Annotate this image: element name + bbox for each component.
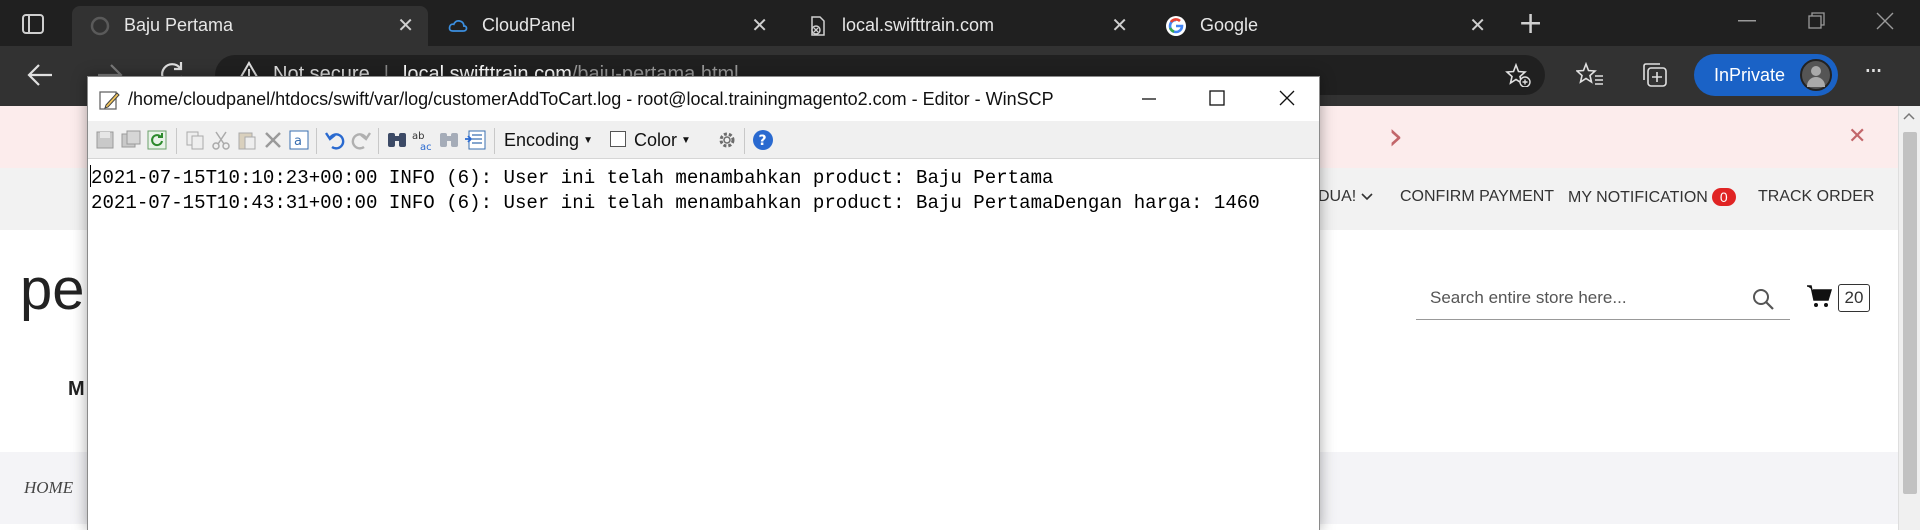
scrollbar-thumb[interactable]	[1903, 132, 1917, 494]
add-favorite-icon[interactable]	[1505, 63, 1531, 87]
select-all-icon[interactable]: a	[288, 129, 310, 151]
color-checkbox[interactable]	[610, 131, 626, 147]
encoding-dropdown[interactable]: Encoding ▼	[504, 130, 593, 151]
search-icon[interactable]	[1752, 288, 1774, 310]
tab-title: Baju Pertama	[124, 15, 234, 35]
avatar-icon	[1800, 59, 1832, 91]
replace-icon[interactable]: abac	[412, 129, 434, 151]
tab-google[interactable]: Google ✕	[1148, 6, 1500, 46]
more-menu-icon[interactable]: ···	[1864, 56, 1883, 86]
editor-title: /home/cloudpanel/htdocs/swift/var/log/cu…	[128, 89, 1054, 109]
restore-icon[interactable]	[1808, 12, 1826, 30]
reload-icon[interactable]	[146, 129, 168, 151]
find-next-icon[interactable]	[438, 129, 460, 151]
back-icon[interactable]	[26, 62, 54, 88]
menu-label-partial[interactable]: M	[68, 378, 85, 401]
window-close-icon[interactable]	[1876, 12, 1894, 30]
close-icon[interactable]: ✕	[1111, 13, 1128, 38]
undo-icon[interactable]	[324, 129, 346, 151]
log-line: 2021-07-15T10:43:31+00:00 INFO (6): User…	[91, 192, 1260, 214]
winscp-editor-window: /home/cloudpanel/htdocs/swift/var/log/cu…	[87, 76, 1320, 530]
chevron-right-icon[interactable]: ›	[1388, 114, 1403, 158]
tab-title: local.swifttrain.com	[842, 15, 995, 35]
cut-icon[interactable]	[210, 129, 232, 151]
help-icon[interactable]: ?	[752, 129, 774, 151]
tab-local-swifttrain[interactable]: local.swifttrain.com ✕	[790, 6, 1142, 46]
close-icon[interactable]: ✕	[1848, 124, 1866, 149]
nav-my-notification[interactable]: MY NOTIFICATION 0	[1568, 188, 1736, 207]
svg-text:ab: ab	[412, 131, 424, 142]
svg-text:?: ?	[759, 133, 767, 149]
maximize-icon[interactable]	[1202, 83, 1232, 113]
editor-toolbar: a ab ac Encoding ▼ Color ▼ ?	[88, 121, 1319, 159]
breadcrumb-home[interactable]: HOME	[24, 478, 73, 498]
toolbar-separator	[744, 128, 745, 154]
go-to-line-icon[interactable]	[464, 129, 486, 151]
nav-confirm-payment[interactable]: CONFIRM PAYMENT	[1400, 188, 1554, 206]
log-line: 2021-07-15T10:10:23+00:00 INFO (6): User…	[91, 167, 1054, 189]
copy-icon[interactable]	[184, 129, 206, 151]
favorites-icon[interactable]	[1576, 62, 1604, 88]
delete-icon[interactable]	[262, 129, 284, 151]
toolbar-separator	[494, 128, 495, 154]
toolbar-separator	[316, 128, 317, 154]
loading-spinner-icon	[90, 16, 110, 36]
cart-icon[interactable]	[1806, 284, 1832, 308]
editor-title-bar[interactable]: /home/cloudpanel/htdocs/swift/var/log/cu…	[88, 77, 1319, 121]
close-icon[interactable]: ✕	[1469, 13, 1486, 38]
search-placeholder: Search entire store here...	[1430, 288, 1627, 307]
page-scrollbar[interactable]	[1898, 106, 1920, 530]
editor-text-area[interactable]: 2021-07-15T10:10:23+00:00 INFO (6): User…	[88, 160, 1319, 530]
google-icon	[1166, 16, 1186, 36]
chevron-down-icon	[1361, 193, 1373, 201]
search-input[interactable]: Search entire store here...	[1416, 276, 1790, 320]
page-error-icon	[811, 16, 825, 36]
close-icon[interactable]: ✕	[397, 13, 414, 38]
nav-track-order[interactable]: TRACK ORDER	[1758, 188, 1874, 206]
tab-baju-pertama[interactable]: Baju Pertama ✕	[72, 6, 428, 46]
site-logo[interactable]: pe	[20, 256, 85, 323]
tab-title: CloudPanel	[482, 15, 576, 35]
svg-text:ac: ac	[420, 142, 432, 151]
redo-icon[interactable]	[350, 129, 372, 151]
tab-cloudpanel[interactable]: CloudPanel ✕	[430, 6, 782, 46]
paste-icon[interactable]	[236, 129, 258, 151]
text-caret	[90, 165, 91, 187]
nav-item-partial[interactable]: DUA!	[1318, 188, 1373, 206]
new-tab-button[interactable]: +	[1518, 6, 1543, 41]
toolbar-separator	[378, 128, 379, 154]
notification-badge: 0	[1711, 188, 1736, 206]
save-icon[interactable]	[94, 129, 116, 151]
tab-actions-icon[interactable]	[16, 11, 56, 37]
inprivate-button[interactable]: InPrivate	[1694, 54, 1838, 96]
minimize-icon[interactable]	[1738, 20, 1756, 22]
cloud-icon	[448, 20, 468, 32]
scroll-up-icon[interactable]	[1903, 112, 1915, 120]
inprivate-label: InPrivate	[1714, 65, 1786, 85]
gear-icon[interactable]	[716, 129, 738, 151]
browser-tab-bar: Baju Pertama ✕ CloudPanel ✕ local.swiftt…	[0, 0, 1920, 46]
find-icon[interactable]	[386, 129, 408, 151]
cart-count[interactable]: 20	[1838, 284, 1870, 312]
collections-icon[interactable]	[1642, 62, 1668, 88]
svg-text:a: a	[294, 134, 302, 149]
tab-title: Google	[1200, 15, 1259, 35]
editor-icon	[99, 91, 120, 110]
close-icon[interactable]	[1272, 83, 1302, 113]
toolbar-separator	[176, 128, 177, 154]
color-dropdown[interactable]: Color ▼	[634, 130, 691, 151]
minimize-icon[interactable]	[1134, 83, 1164, 113]
save-all-icon[interactable]	[120, 129, 142, 151]
close-icon[interactable]: ✕	[751, 13, 768, 38]
